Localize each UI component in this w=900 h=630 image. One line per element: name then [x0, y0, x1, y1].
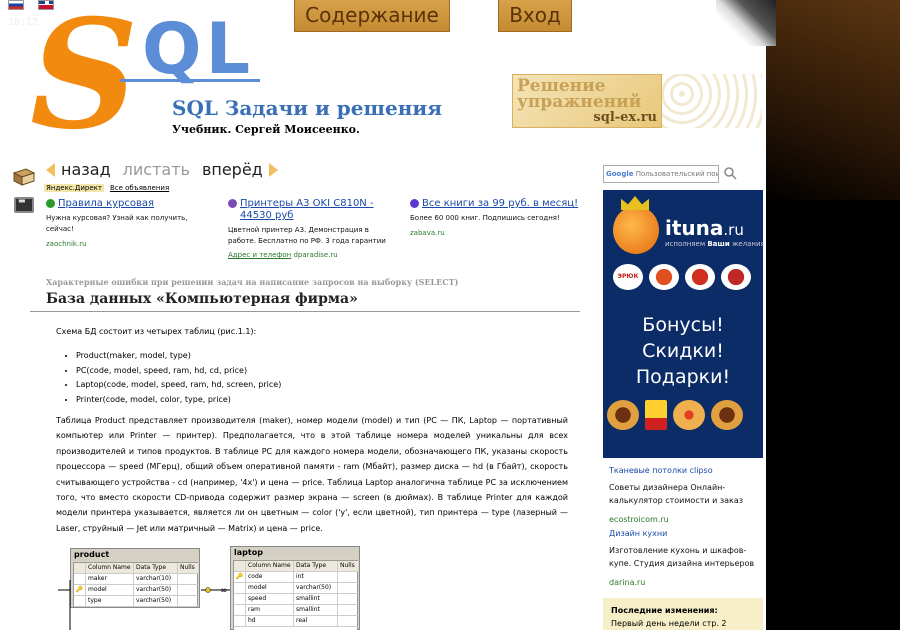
- all-ads-link[interactable]: Все объявления: [110, 184, 169, 192]
- ituna-brand: ituna.ru: [665, 216, 744, 240]
- fries-icon: [645, 400, 667, 430]
- primary-key-icon: 🔑: [234, 572, 246, 582]
- sidebar-ad: Дизайн кухни Изготовление кухонь и шкафо…: [609, 527, 759, 589]
- ad-title-link[interactable]: Правила курсовая: [46, 198, 216, 210]
- ad-title-link[interactable]: Все книги за 99 руб. в месяц!: [410, 198, 580, 210]
- search-input[interactable]: Google Пользовательский поиск: [603, 165, 719, 183]
- food-row: [607, 400, 743, 430]
- logo-ql: QL: [142, 8, 255, 90]
- tab-contents[interactable]: Содержание: [294, 0, 450, 32]
- banner-line-gifts: Подарки!: [635, 366, 731, 388]
- table-row: ram smallint: [234, 605, 358, 616]
- pizza-icon: [673, 400, 705, 430]
- burger-icon: [607, 400, 639, 430]
- burger-icon: [711, 400, 743, 430]
- page-navigation: назад листать вперёд: [46, 160, 278, 179]
- header-ornament: [662, 74, 762, 128]
- ad-contacts: Адрес и телефон dparadise.ru: [228, 250, 398, 261]
- table-row: speed smallint: [234, 594, 358, 605]
- recent-changes: Последние изменения: Первый день недели …: [603, 598, 763, 630]
- ad-favicon-icon: [410, 199, 419, 208]
- yandex-direct-bar: Яндекс.Директ Все объявления: [44, 184, 169, 192]
- table-row: model varchar(50): [234, 583, 358, 594]
- list-item: Product(maker, model, type): [76, 349, 281, 364]
- relationship-connector: ∞: [58, 580, 230, 630]
- right-leather-background: [760, 0, 900, 200]
- article-paragraph: Таблица Product представляет производите…: [56, 416, 568, 533]
- sidebar-ad-text: Изготовление кухонь и шкафов-купе. Студи…: [609, 546, 755, 568]
- ad-text: Более 60 000 книг. Подпишись сегодня!: [410, 214, 560, 222]
- ituna-tagline: исполняем Ваши желания: [665, 240, 763, 248]
- partner-logos: ЭРЮК: [613, 264, 751, 290]
- ad-block: Все книги за 99 руб. в месяц! Более 60 0…: [410, 198, 580, 239]
- ad-title-link[interactable]: Принтеры А3 OKI C810N - 44530 руб: [228, 198, 398, 222]
- sidebar-ad-domain[interactable]: darina.ru: [609, 576, 759, 589]
- exercises-banner-line2: упражнений: [517, 92, 642, 112]
- crown-icon: [621, 196, 649, 210]
- site-title[interactable]: SQL Задачи и решения: [172, 96, 442, 120]
- ad-text: Нужна курсовая? Узнай как получить, сейч…: [46, 214, 188, 233]
- ad-text: Цветной принтер А3. Демонстрация в работ…: [228, 226, 386, 245]
- yandex-direct-label[interactable]: Яндекс.Директ: [44, 184, 104, 192]
- partner-logo: [721, 264, 751, 290]
- book-icon: [12, 168, 36, 186]
- ad-favicon-icon: [46, 199, 55, 208]
- breadcrumb[interactable]: Характерные ошибки при решении задач на …: [46, 277, 458, 287]
- table-header-row: Column Name Data Type Nulls: [234, 561, 358, 572]
- list-item: PC(code, model, speed, ram, hd, cd, pric…: [76, 364, 281, 379]
- sidebar-ad-link[interactable]: Тканевые потолки clipso: [609, 464, 759, 477]
- table-grid: Column Name Data Type Nulls 🔑 code int model…: [233, 560, 358, 630]
- list-item: Laptop(code, model, speed, ram, hd, scre…: [76, 378, 281, 393]
- banner-line-discounts: Скидки!: [642, 340, 724, 362]
- table-row: hd real: [234, 616, 358, 627]
- arrow-right-icon[interactable]: [268, 162, 278, 177]
- ad-domain[interactable]: zabava.ru: [410, 228, 580, 239]
- tables-list: Product(maker, model, type) PC(code, mod…: [76, 349, 281, 407]
- title-divider: [30, 311, 580, 312]
- partner-logo: [649, 264, 679, 290]
- ad-block: Принтеры А3 OKI C810N - 44530 руб Цветно…: [228, 198, 398, 261]
- table-row: 🔑 code int: [234, 572, 358, 583]
- table-name: product: [71, 549, 199, 561]
- site-subtitle: Учебник. Сергей Моисеенко.: [172, 123, 360, 136]
- arrow-left-icon[interactable]: [46, 162, 55, 177]
- schema-intro: Схема БД состоит из четырех таблиц (рис.…: [56, 327, 257, 336]
- partner-logo: ЭРЮК: [613, 264, 643, 290]
- list-item: Printer(code, model, color, type, price): [76, 393, 281, 408]
- nav-list-label: листать: [122, 160, 190, 179]
- sidebar-ad-text: Советы дизайнера Онлайн-калькулятор стои…: [609, 483, 743, 505]
- recent-changes-item[interactable]: Первый день недели стр. 2: [611, 617, 755, 630]
- ad-domain[interactable]: dparadise.ru: [293, 251, 337, 259]
- search-brand: Google: [606, 170, 634, 178]
- exercises-banner-url: sql-ex.ru: [593, 110, 657, 125]
- logo-underline: [120, 79, 260, 82]
- search-placeholder: Пользовательский поиск: [635, 170, 719, 178]
- ituna-banner[interactable]: ituna.ru исполняем Ваши желания ЭРЮК Бон…: [603, 190, 763, 458]
- partner-logo: [685, 264, 715, 290]
- sidebar-ad-link[interactable]: Дизайн кухни: [609, 527, 759, 540]
- nav-back-link[interactable]: назад: [61, 160, 111, 179]
- laptop-table-diagram: laptop Column Name Data Type Nulls 🔑 code in…: [230, 546, 360, 630]
- fish-mascot-icon: [613, 206, 659, 254]
- russian-flag-icon[interactable]: [8, 0, 24, 10]
- ad-address-link[interactable]: Адрес и телефон: [228, 251, 291, 259]
- nav-forward-link[interactable]: вперёд: [202, 160, 263, 179]
- ad-domain[interactable]: zaochnik.ru: [46, 239, 216, 250]
- logo-s: S: [30, 0, 139, 163]
- svg-text:∞: ∞: [220, 586, 228, 596]
- recent-changes-title: Последние изменения:: [611, 606, 718, 615]
- ad-block: Правила курсовая Нужна курсовая? Узнай к…: [46, 198, 216, 250]
- banner-line-bonuses: Бонусы!: [642, 314, 724, 336]
- sidebar-ad: Тканевые потолки clipso Советы дизайнера…: [609, 464, 759, 526]
- sidebar-ad-domain[interactable]: ecostroicom.ru: [609, 513, 759, 526]
- page-title: База данных «Компьютерная фирма»: [46, 291, 358, 307]
- table-name: laptop: [231, 547, 359, 559]
- table-header-row: Column Name Data Type Nulls: [74, 563, 198, 574]
- terminal-icon: [14, 196, 34, 213]
- exercises-banner[interactable]: Решение упражнений sql-ex.ru: [512, 74, 662, 128]
- tab-login[interactable]: Вход: [498, 0, 572, 32]
- ad-favicon-icon: [228, 199, 237, 208]
- search-icon[interactable]: [723, 166, 737, 180]
